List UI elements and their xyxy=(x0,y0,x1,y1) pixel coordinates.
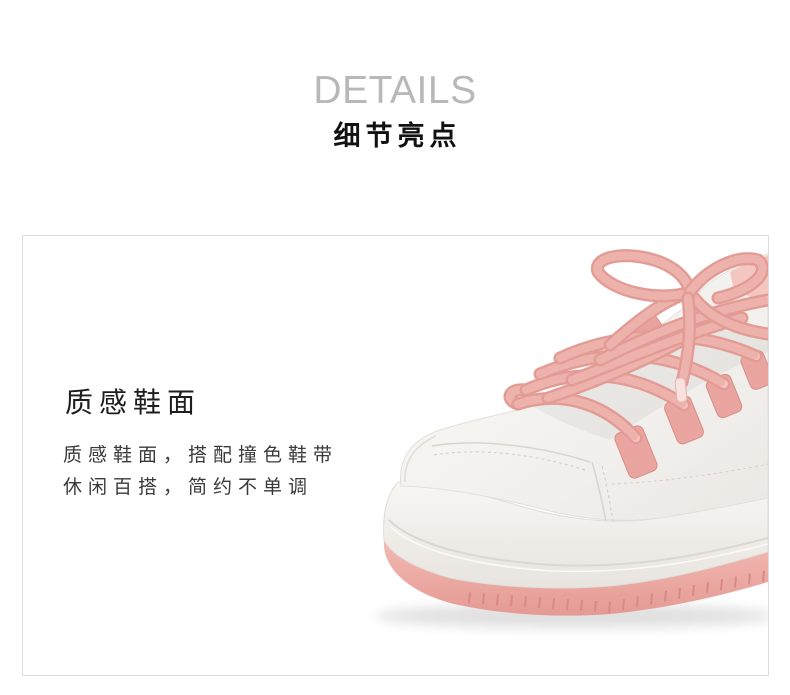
feature-description: 质感鞋面，搭配撞色鞋带 休闲百搭，简约不单调 xyxy=(63,439,338,503)
sole-tread-groove xyxy=(748,573,751,585)
sole-tread-groove xyxy=(482,593,485,605)
sole-tread-groove xyxy=(496,594,499,606)
lace-aglet xyxy=(674,377,688,403)
sole-tread-groove xyxy=(650,593,653,605)
sole-tread-groove xyxy=(566,599,569,611)
sole-tread-groove xyxy=(538,597,541,609)
sole-tread-groove xyxy=(678,587,681,599)
feature-desc-line: 休闲百搭，简约不单调 xyxy=(63,476,314,498)
section-title-en: DETAILS xyxy=(313,69,477,112)
sole-tread-groove xyxy=(594,600,597,613)
sole-tread-groove xyxy=(608,601,611,614)
sole-tread-groove xyxy=(552,598,555,610)
sole-tread-groove xyxy=(636,596,639,608)
feature-panel: 质感鞋面 质感鞋面，搭配撞色鞋带 休闲百搭，简约不单调 xyxy=(22,235,769,676)
sole-tread-groove xyxy=(734,576,737,588)
sole-tread-groove xyxy=(510,595,513,607)
sole-tread-groove xyxy=(468,592,471,604)
sole-tread-groove xyxy=(664,590,667,602)
sole-tread-groove xyxy=(580,599,583,612)
sole-tread-groove xyxy=(692,584,695,597)
sole-tread-groove xyxy=(622,599,625,611)
sole-tread-groove xyxy=(762,570,765,582)
section-title-cn: 细节亮点 xyxy=(333,121,462,152)
sole-tread-groove xyxy=(706,582,709,594)
feature-title: 质感鞋面 xyxy=(65,386,202,419)
sole-tread-groove xyxy=(720,579,723,591)
feature-desc-line: 质感鞋面，搭配撞色鞋带 xyxy=(63,444,339,466)
sole-tread-groove xyxy=(524,596,527,608)
